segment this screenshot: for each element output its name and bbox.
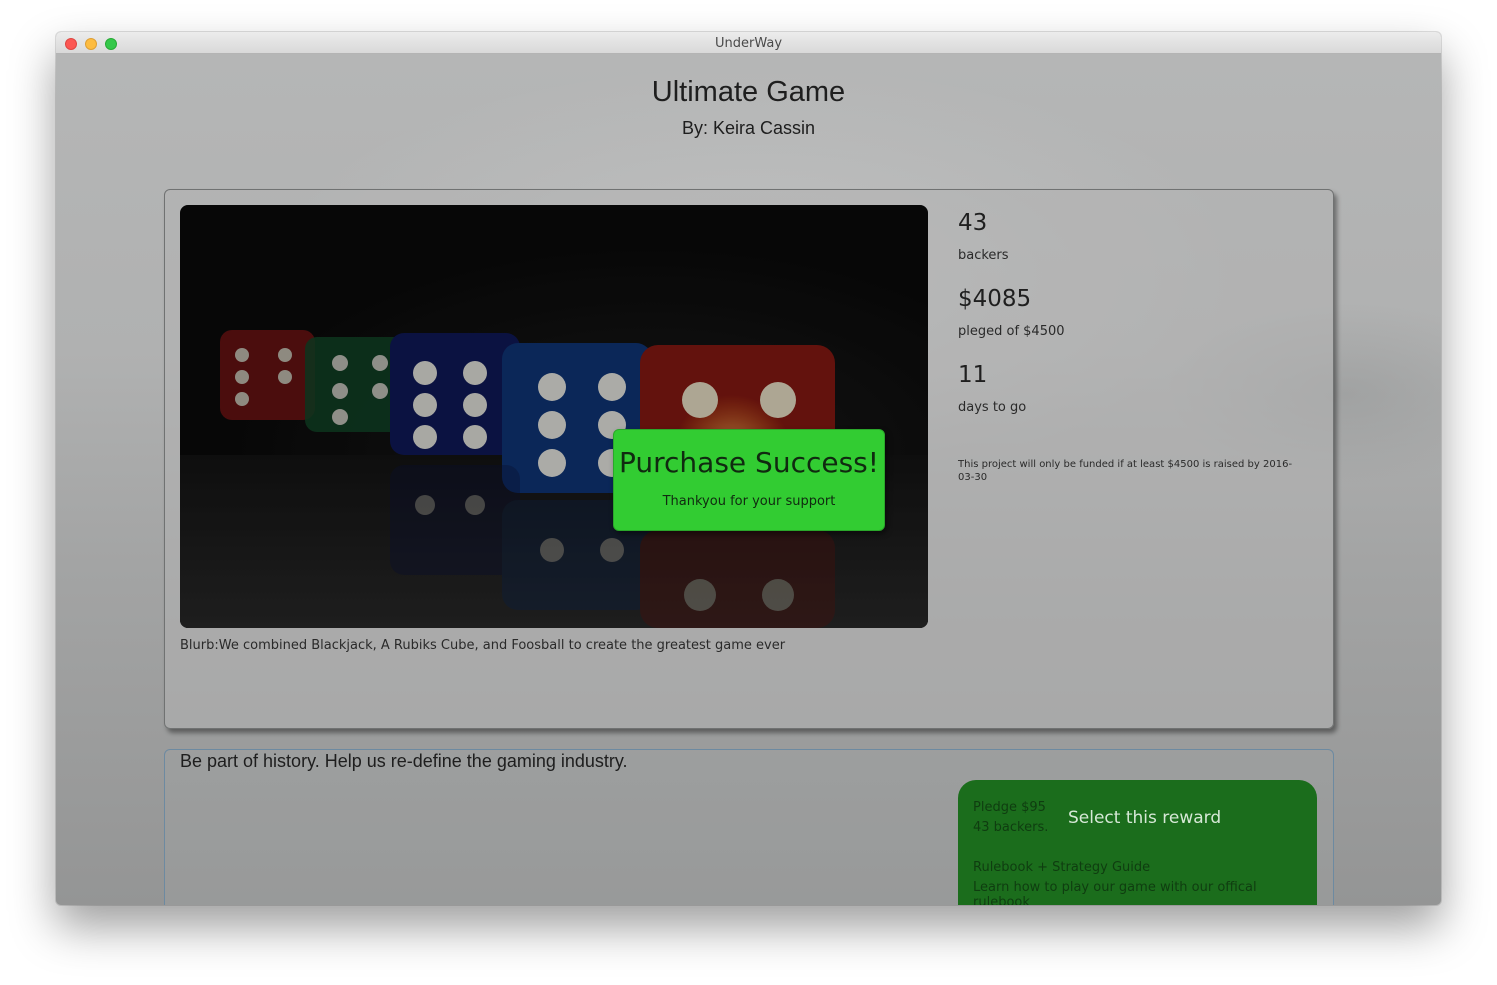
window-title: UnderWay [714,36,783,51]
popup-subtitle: Thankyou for your support [662,494,836,509]
project-blurb: Blurb:We combined Blackjack, A Rubiks Cu… [180,638,786,653]
project-tagline: Be part of history. Help us re-define th… [180,751,628,771]
backers-count: 43 [958,210,988,236]
days-count: 11 [958,362,988,388]
page-content: Ultimate Game By: Keira Cassin Blurb:We … [56,54,1441,905]
reward-pledge: Pledge $95 [973,800,1046,815]
project-author: By: Keira Cassin [681,118,816,138]
title-bar: UnderWay [56,32,1441,54]
pledged-label: pleged of $4500 [958,324,1065,339]
purchase-success-popup[interactable]: Purchase Success! Thankyou for your supp… [613,429,885,531]
reward-description: Learn how to play our game with our offi… [973,880,1257,905]
reward-name: Rulebook + Strategy Guide [973,860,1151,875]
days-label: days to go [958,400,1027,415]
funding-note: This project will only be funded if at l… [958,459,1293,483]
project-title: Ultimate Game [651,76,846,108]
project-image [180,205,928,628]
backers-label: backers [958,248,1009,263]
app-window: UnderWay Ultimate Game By: Keira Cassin [56,32,1441,905]
select-reward-button[interactable]: Select this reward [1068,808,1221,828]
reward-tier[interactable]: Pledge $95 43 backers. Select this rewar… [958,780,1317,905]
pledged-amount: $4085 [958,286,1032,312]
reward-backers: 43 backers. [973,820,1049,835]
popup-title: Purchase Success! [619,446,879,479]
